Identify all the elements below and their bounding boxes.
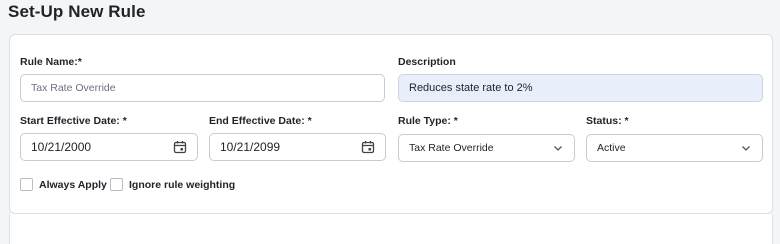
ignore-weighting-checkbox[interactable] [110,178,123,191]
description-label: Description [398,56,456,68]
status-value: Active [597,142,626,154]
ignore-weighting-option[interactable]: Ignore rule weighting [110,178,235,191]
always-apply-label: Always Apply [39,178,107,191]
start-date-input[interactable]: 10/21/2000 [20,133,198,161]
always-apply-checkbox[interactable] [20,178,33,191]
description-value: Reduces state rate to 2% [409,82,533,94]
calendar-icon[interactable] [173,140,187,154]
always-apply-option[interactable]: Always Apply [20,178,107,191]
description-input[interactable]: Reduces state rate to 2% [398,74,763,102]
rule-form-card: Rule Name:* Tax Rate Override Descriptio… [9,34,773,214]
rule-name-input[interactable]: Tax Rate Override [20,74,385,102]
chevron-down-icon [740,142,752,154]
ignore-weighting-label: Ignore rule weighting [129,178,236,191]
end-date-value: 10/21/2099 [220,140,281,154]
rule-name-placeholder: Tax Rate Override [31,82,116,94]
end-date-label: End Effective Date: * [209,115,312,127]
start-date-value: 10/21/2000 [31,140,92,154]
rule-type-select[interactable]: Tax Rate Override [398,134,575,162]
card-footer-area [9,214,773,244]
rule-type-label: Rule Type: * [398,115,458,127]
status-label: Status: * [586,115,629,127]
start-date-label: Start Effective Date: * [20,115,127,127]
chevron-down-icon [552,142,564,154]
rule-type-value: Tax Rate Override [409,142,494,154]
rule-name-label: Rule Name:* [20,56,82,68]
calendar-icon[interactable] [361,140,375,154]
status-select[interactable]: Active [586,134,763,162]
page-title: Set-Up New Rule [8,2,146,21]
end-date-input[interactable]: 10/21/2099 [209,133,386,161]
